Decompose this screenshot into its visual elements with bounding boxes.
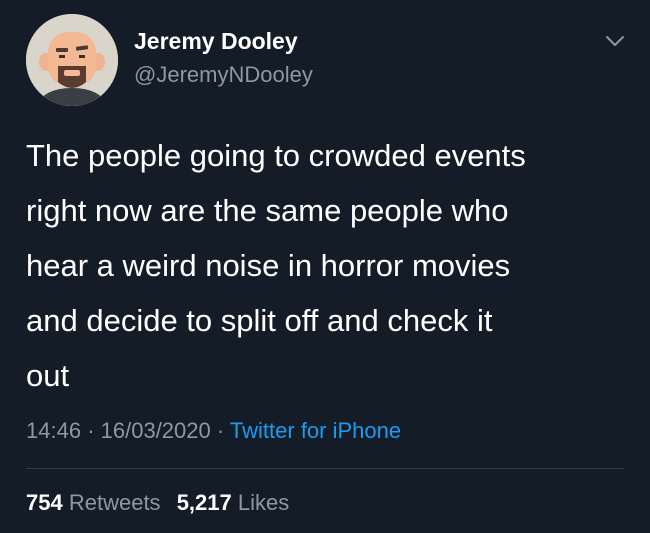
tweet-date[interactable]: 16/03/2020 [101, 418, 211, 443]
retweets-label: Retweets [68, 490, 161, 515]
tweet-time[interactable]: 14:46 [26, 418, 81, 443]
more-options-button[interactable] [601, 28, 629, 54]
avatar-illustration-icon [26, 14, 118, 106]
display-name[interactable]: Jeremy Dooley [134, 28, 298, 55]
likes-count: 5,217 [176, 490, 232, 515]
meta-separator: · [216, 418, 225, 443]
chevron-down-icon [606, 36, 624, 46]
user-handle[interactable]: @JeremyNDooley [134, 62, 313, 88]
tweet-meta: 14:46 · 16/03/2020 · Twitter for iPhone [26, 418, 401, 444]
retweets-count: 754 [26, 490, 63, 515]
tweet-stats: 754 Retweets 5,217 Likes [26, 490, 299, 516]
likes-stat[interactable]: 5,217 Likes [177, 490, 290, 515]
tweet-text: The people going to crowded events right… [26, 138, 526, 393]
tweet-source-link[interactable]: Twitter for iPhone [230, 418, 401, 443]
divider [26, 468, 624, 469]
likes-label: Likes [237, 490, 290, 515]
tweet-card: Jeremy Dooley @JeremyNDooley The people … [0, 0, 650, 533]
avatar[interactable] [26, 14, 118, 106]
retweets-stat[interactable]: 754 Retweets [26, 490, 161, 515]
meta-separator: · [87, 418, 95, 443]
